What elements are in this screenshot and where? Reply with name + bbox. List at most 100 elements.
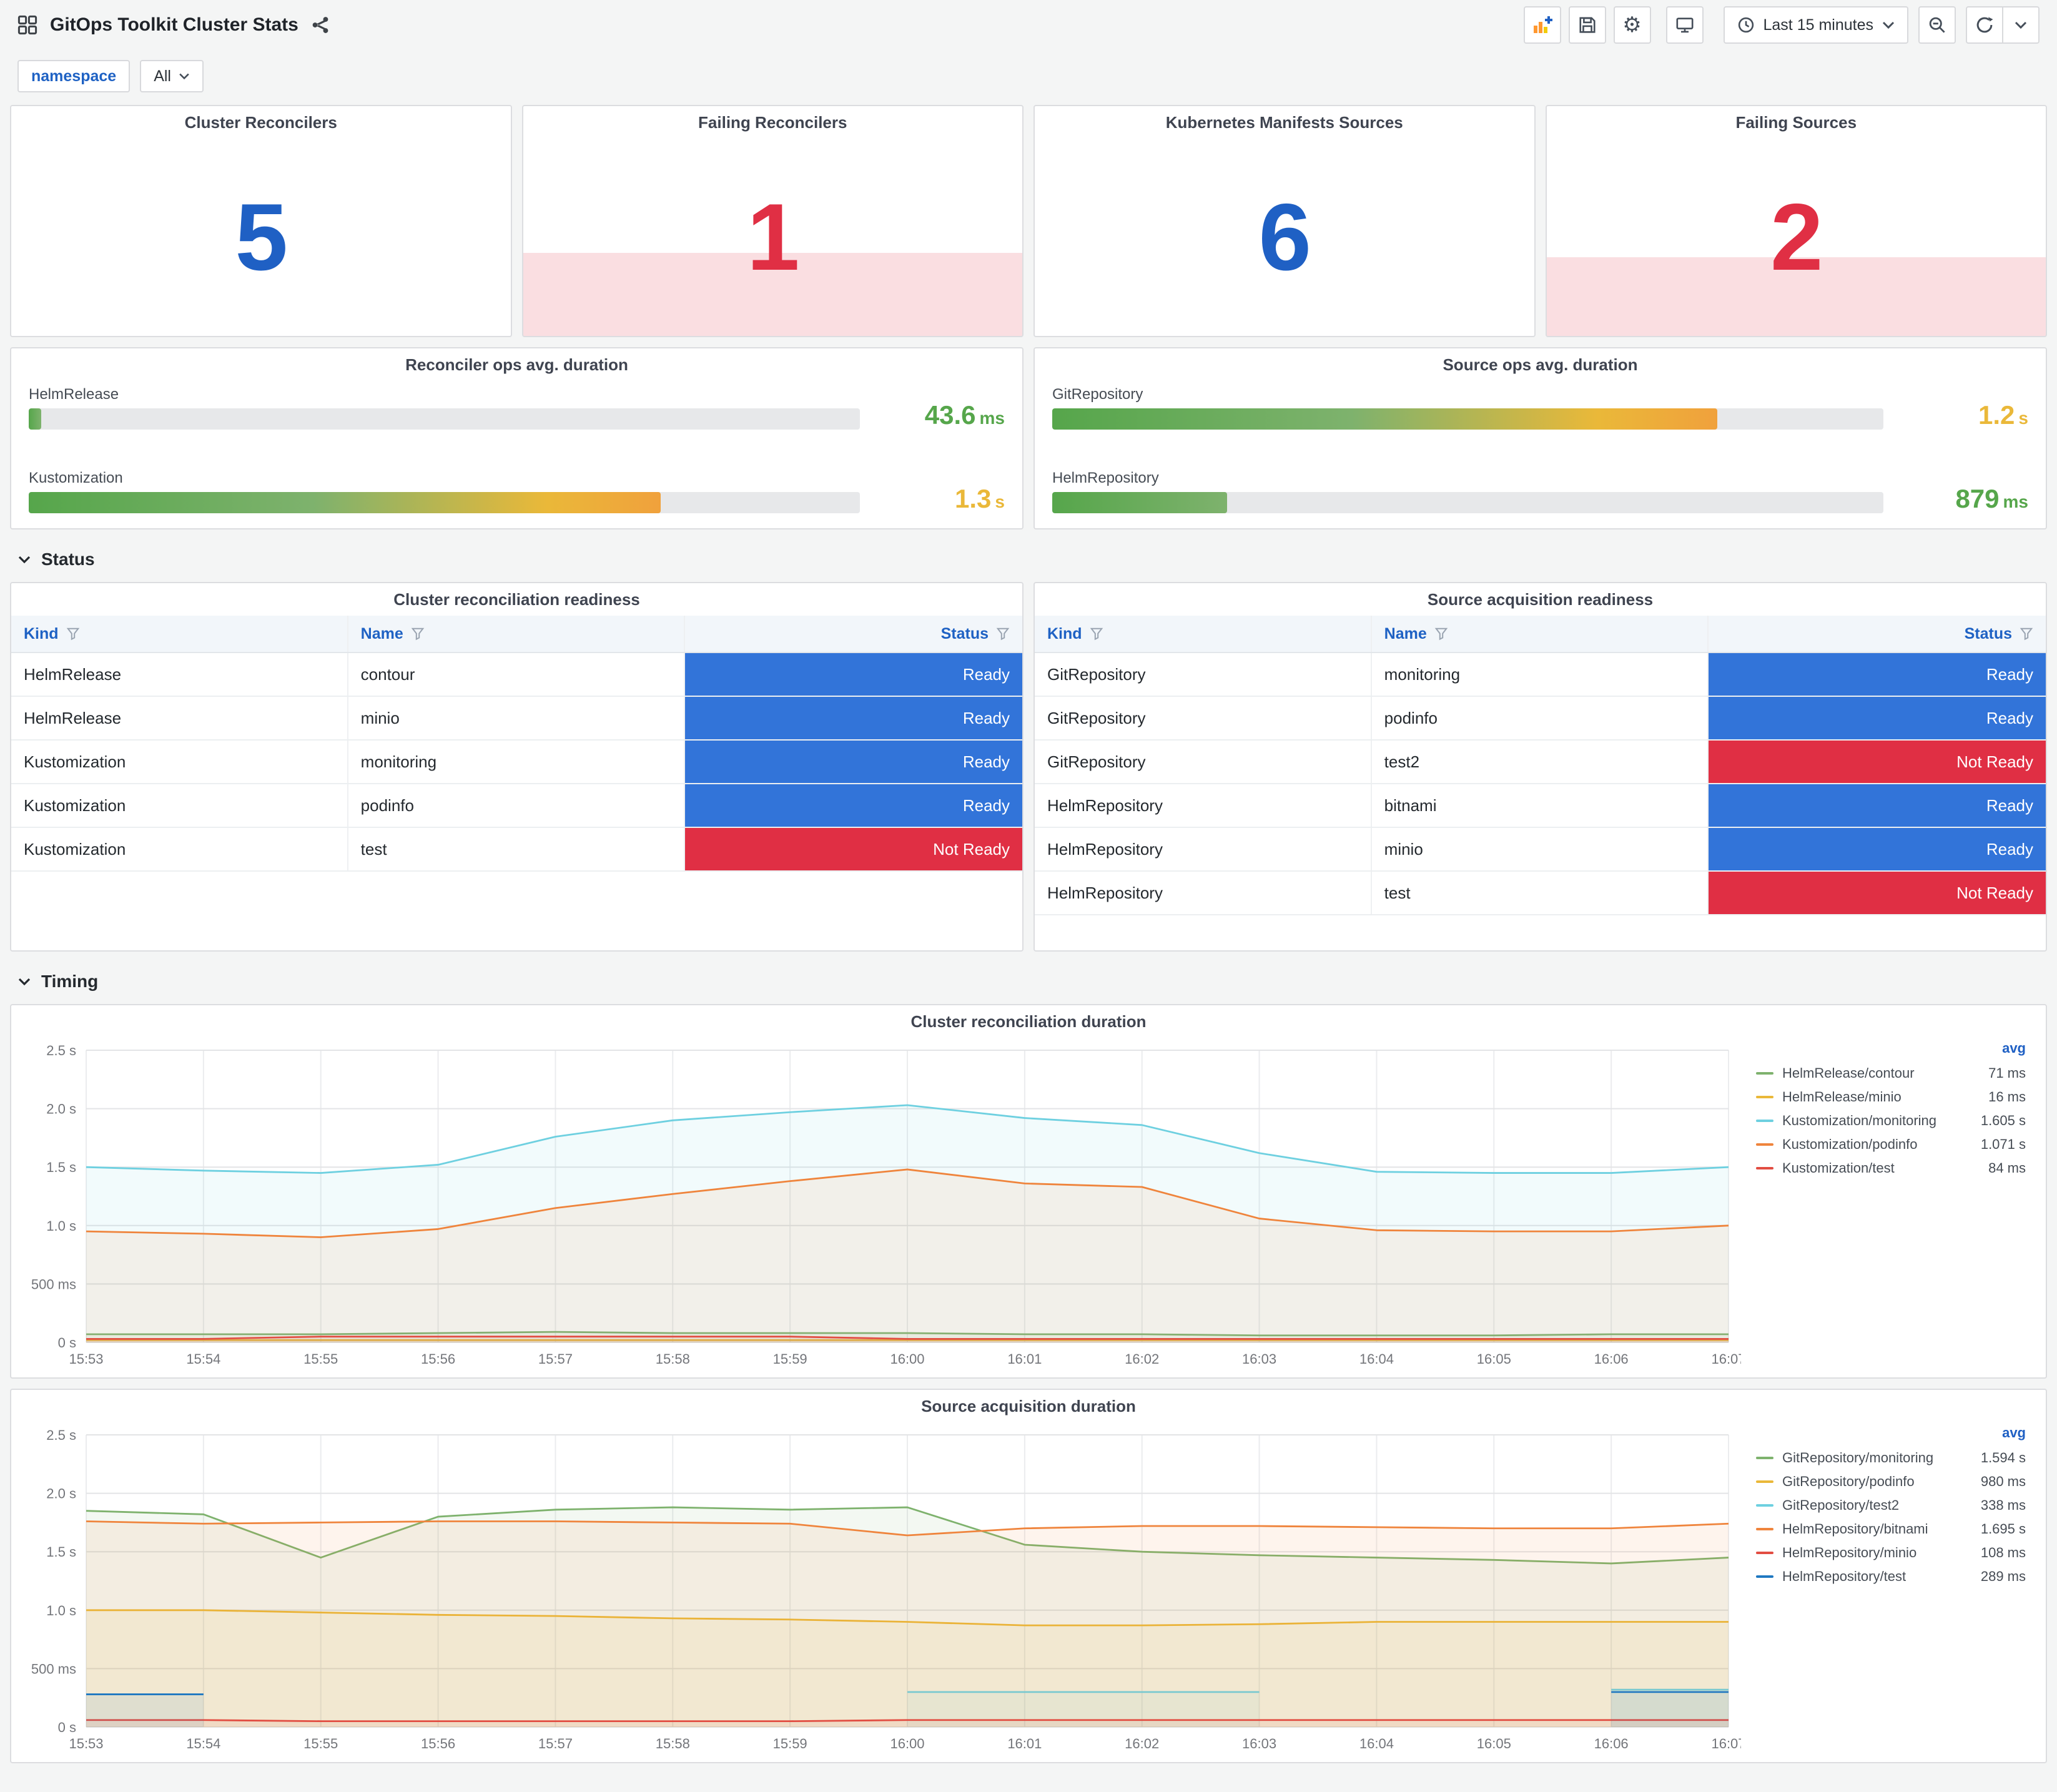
filter-funnel-icon[interactable] xyxy=(411,627,425,641)
gauge-track xyxy=(29,408,860,430)
filter-funnel-icon[interactable] xyxy=(996,627,1010,641)
legend-avg-header: avg xyxy=(2002,1425,2026,1440)
dashboard: GitOps Toolkit Cluster Stats ⚙ Last 15 m… xyxy=(0,0,2057,1773)
legend-item[interactable]: GitRepository/podinfo 980 ms xyxy=(1756,1470,2026,1494)
svg-text:0 s: 0 s xyxy=(58,1720,76,1735)
share-icon[interactable] xyxy=(311,16,330,34)
column-header-status[interactable]: Status xyxy=(685,616,1022,652)
gauge-label: Kustomization xyxy=(29,470,123,486)
time-series-plot[interactable]: 15:53 15:54 15:55 15:56 15:57 15:58 15:59 16:00… xyxy=(19,1038,1746,1372)
table-row: HelmRelease minio Ready xyxy=(11,697,1022,741)
svg-text:16:05: 16:05 xyxy=(1477,1736,1511,1751)
series-name: HelmRelease/contour xyxy=(1782,1065,1915,1081)
legend-item[interactable]: HelmRelease/minio 16 ms xyxy=(1756,1085,2026,1109)
legend-item[interactable]: HelmRelease/contour 71 ms xyxy=(1756,1061,2026,1085)
series-avg-value: 1.594 s xyxy=(1980,1450,2026,1465)
apps-grid-icon[interactable] xyxy=(17,15,37,35)
series-avg-value: 980 ms xyxy=(1980,1474,2026,1489)
table-row: HelmRepository bitnami Ready xyxy=(1035,784,2046,828)
gauge-value: 879 ms xyxy=(1955,484,2028,513)
table-row: HelmRelease contour Ready xyxy=(11,653,1022,697)
legend-item[interactable]: Kustomization/test 84 ms xyxy=(1756,1156,2026,1180)
refresh-interval-dropdown[interactable] xyxy=(2002,6,2040,44)
variable-namespace-value-dropdown[interactable]: All xyxy=(140,60,204,92)
panel-title[interactable]: Failing Reconcilers xyxy=(523,106,1023,139)
tv-mode-button[interactable] xyxy=(1665,6,1704,44)
cell-kind: Kustomization xyxy=(11,828,348,870)
svg-text:16:00: 16:00 xyxy=(890,1736,924,1751)
legend-item[interactable]: GitRepository/test2 338 ms xyxy=(1756,1494,2026,1517)
cell-name: bitnami xyxy=(1372,784,1709,827)
panel-title[interactable]: Cluster reconciliation readiness xyxy=(11,583,1022,616)
cell-kind: GitRepository xyxy=(1035,697,1372,739)
panel-title[interactable]: Reconciler ops avg. duration xyxy=(11,348,1022,381)
section-header-timing[interactable]: Timing xyxy=(17,969,2040,994)
refresh-icon xyxy=(1975,16,1994,34)
column-header-name[interactable]: Name xyxy=(348,616,686,652)
column-header-kind[interactable]: Kind xyxy=(11,616,348,652)
panel-title[interactable]: Kubernetes Manifests Sources xyxy=(1035,106,1534,139)
svg-text:15:58: 15:58 xyxy=(656,1736,690,1751)
gauge-bar xyxy=(1052,492,1227,513)
panel-cluster-reconcilers: Cluster Reconcilers 5 xyxy=(10,105,512,337)
svg-text:16:05: 16:05 xyxy=(1477,1351,1511,1367)
panel-title[interactable]: Source acquisition duration xyxy=(11,1390,2046,1422)
time-series-plot[interactable]: 15:53 15:54 15:55 15:56 15:57 15:58 15:59 16:00… xyxy=(19,1422,1746,1757)
stat-value: 2 xyxy=(1770,184,1823,290)
series-name: GitRepository/test2 xyxy=(1782,1497,1900,1513)
panel-title[interactable]: Cluster Reconcilers xyxy=(11,106,511,139)
legend-item[interactable]: HelmRepository/minio 108 ms xyxy=(1756,1541,2026,1565)
cell-name: podinfo xyxy=(1372,697,1709,739)
panel-source-acquisition-readiness: Source acquisition readiness Kind Name S… xyxy=(1033,582,2047,952)
filter-funnel-icon[interactable] xyxy=(1434,627,1448,641)
tv-monitor-icon xyxy=(1675,16,1695,34)
refresh-button[interactable] xyxy=(1966,6,2003,44)
save-dashboard-button[interactable] xyxy=(1568,6,1606,44)
panel-title[interactable]: Source acquisition readiness xyxy=(1035,583,2046,616)
series-name: Kustomization/test xyxy=(1782,1160,1895,1176)
column-header-status[interactable]: Status xyxy=(1709,616,2046,652)
svg-text:2.5 s: 2.5 s xyxy=(46,1043,76,1058)
filter-funnel-icon[interactable] xyxy=(66,627,80,641)
series-color-swatch xyxy=(1756,1457,1773,1459)
series-color-swatch xyxy=(1756,1552,1773,1554)
svg-text:16:01: 16:01 xyxy=(1007,1351,1042,1367)
series-color-swatch xyxy=(1756,1096,1773,1098)
cell-status: Ready xyxy=(685,741,1022,783)
table-header-row: Kind Name Status xyxy=(11,616,1022,653)
legend-item[interactable]: Kustomization/monitoring 1.605 s xyxy=(1756,1109,2026,1133)
column-header-kind[interactable]: Kind xyxy=(1035,616,1372,652)
cell-name: test xyxy=(348,828,686,870)
template-variables-row: namespace All xyxy=(0,50,2057,105)
legend-item[interactable]: Kustomization/podinfo 1.071 s xyxy=(1756,1133,2026,1156)
legend-item[interactable]: GitRepository/monitoring 1.594 s xyxy=(1756,1446,2026,1470)
series-avg-value: 71 ms xyxy=(1988,1065,2026,1081)
cell-status: Ready xyxy=(685,697,1022,739)
section-header-status[interactable]: Status xyxy=(17,547,2040,572)
legend-item[interactable]: HelmRepository/bitnami 1.695 s xyxy=(1756,1517,2026,1541)
table-row: GitRepository podinfo Ready xyxy=(1035,697,2046,741)
add-panel-button[interactable] xyxy=(1523,6,1561,44)
chevron-down-icon xyxy=(179,72,190,80)
dashboard-settings-button[interactable]: ⚙ xyxy=(1613,6,1651,44)
panel-title[interactable]: Source ops avg. duration xyxy=(1035,348,2046,381)
dashboard-title: GitOps Toolkit Cluster Stats xyxy=(50,14,298,35)
bar-gauge-row: HelmRelease 43.6 ms xyxy=(29,386,1005,430)
panel-cluster-reconciliation-duration: Cluster reconciliation duration 15:53 15:… xyxy=(10,1004,2047,1379)
panel-title[interactable]: Cluster reconciliation duration xyxy=(11,1005,2046,1038)
filter-funnel-icon[interactable] xyxy=(1090,627,1103,641)
svg-text:15:57: 15:57 xyxy=(538,1736,573,1751)
cell-name: test2 xyxy=(1372,741,1709,783)
column-header-name[interactable]: Name xyxy=(1372,616,1709,652)
table-row: HelmRepository minio Ready xyxy=(1035,828,2046,872)
zoom-out-time-button[interactable] xyxy=(1918,6,1956,44)
panel-title[interactable]: Failing Sources xyxy=(1547,106,2046,139)
time-range-picker[interactable]: Last 15 minutes xyxy=(1723,6,1908,44)
cell-status: Not Ready xyxy=(1709,741,2046,783)
svg-text:16:06: 16:06 xyxy=(1594,1351,1629,1367)
series-avg-value: 1.605 s xyxy=(1980,1113,2026,1128)
gauge-label: HelmRepository xyxy=(1052,470,1159,486)
legend-item[interactable]: HelmRepository/test 289 ms xyxy=(1756,1565,2026,1588)
filter-funnel-icon[interactable] xyxy=(2020,627,2033,641)
gauge-track xyxy=(1052,408,1883,430)
